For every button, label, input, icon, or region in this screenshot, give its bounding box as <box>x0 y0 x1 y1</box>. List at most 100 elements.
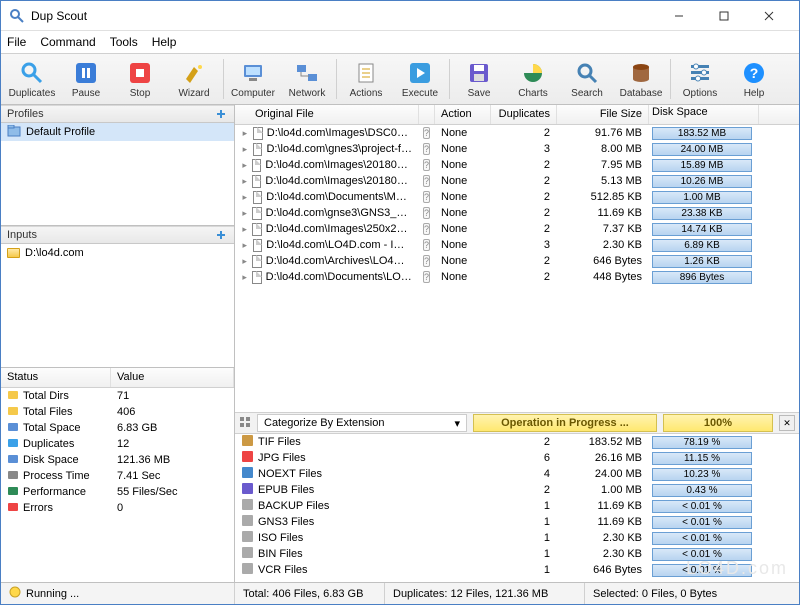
question-icon[interactable]: ? <box>423 127 430 139</box>
status-row[interactable]: Total Files406 <box>1 404 234 420</box>
status-row[interactable]: Total Dirs71 <box>1 388 234 404</box>
expand-icon[interactable]: ▸ <box>241 144 249 155</box>
question-icon[interactable]: ? <box>423 159 430 171</box>
pct-bar: < 0.01 % <box>652 548 752 561</box>
expand-icon[interactable]: ▸ <box>241 224 248 235</box>
help-button[interactable]: ?Help <box>727 55 781 103</box>
add-profile-button[interactable] <box>214 107 228 121</box>
status-row[interactable]: Process Time7.41 Sec <box>1 468 234 484</box>
extension-row[interactable]: ISO Files12.30 KB< 0.01 % <box>235 530 799 546</box>
extension-row[interactable]: BACKUP Files111.69 KB< 0.01 % <box>235 498 799 514</box>
file-icon <box>252 175 261 188</box>
extension-row[interactable]: GNS3 Files111.69 KB< 0.01 % <box>235 514 799 530</box>
status-row[interactable]: Performance55 Files/Sec <box>1 484 234 500</box>
expand-icon[interactable]: ▸ <box>241 128 249 139</box>
window-title: Dup Scout <box>31 9 656 23</box>
question-icon[interactable]: ? <box>423 191 430 203</box>
extension-row[interactable]: BIN Files12.30 KB< 0.01 % <box>235 546 799 562</box>
duplicates-button[interactable]: Duplicates <box>5 55 59 103</box>
question-icon[interactable]: ? <box>423 175 430 187</box>
expand-icon[interactable]: ▸ <box>241 192 249 203</box>
space-bar: 1.26 KB <box>652 255 752 268</box>
space-bar: 896 Bytes <box>652 271 752 284</box>
col-action[interactable]: Action <box>435 105 491 124</box>
pause-button[interactable]: Pause <box>59 55 113 103</box>
profile-item[interactable]: Default Profile <box>1 123 234 141</box>
pct-bar: 0.43 % <box>652 484 752 497</box>
menu-help[interactable]: Help <box>152 35 177 49</box>
result-row[interactable]: ▸D:\lo4d.com\Images\250x250_logo...?None… <box>235 221 799 237</box>
result-row[interactable]: ▸D:\lo4d.com\Images\20180714_150...?None… <box>235 173 799 189</box>
clock-icon <box>7 469 19 484</box>
file-icon <box>252 159 261 172</box>
wizard-icon <box>181 60 207 86</box>
database-button[interactable]: Database <box>614 55 668 103</box>
extension-row[interactable]: EPUB Files21.00 MB0.43 % <box>235 482 799 498</box>
status-row[interactable]: Total Space6.83 GB <box>1 420 234 436</box>
statusbar: Running ... Total: 406 Files, 6.83 GB Du… <box>1 582 799 604</box>
menu-file[interactable]: File <box>7 35 26 49</box>
extension-row[interactable]: TIF Files2183.52 MB78.19 % <box>235 434 799 450</box>
iso-icon <box>241 530 254 546</box>
expand-icon[interactable]: ▸ <box>241 240 249 251</box>
result-row[interactable]: ▸D:\lo4d.com\gnse3\GNS3_SW_Net...?None21… <box>235 205 799 221</box>
folder-icon <box>7 248 20 258</box>
execute-button[interactable]: Execute <box>393 55 447 103</box>
operation-progress: Operation in Progress ... <box>473 414 657 432</box>
expand-icon[interactable]: ▸ <box>241 176 248 187</box>
duplicates-label: Duplicates: 12 Files, 121.36 MB <box>393 588 548 600</box>
close-category-button[interactable]: ✕ <box>779 415 795 431</box>
question-icon[interactable]: ? <box>423 271 430 283</box>
expand-icon[interactable]: ▸ <box>241 208 248 219</box>
minimize-button[interactable] <box>656 2 701 30</box>
result-row[interactable]: ▸D:\lo4d.com\Images\DSC00011.tif?None291… <box>235 125 799 141</box>
actions-button[interactable]: Actions <box>339 55 393 103</box>
result-row[interactable]: ▸D:\lo4d.com\Documents\Metamor...?None25… <box>235 189 799 205</box>
col-disk-space[interactable]: Disk Space <box>649 105 759 124</box>
pct-bar: < 0.01 % <box>652 564 752 577</box>
charts-button[interactable]: Charts <box>506 55 560 103</box>
input-item[interactable]: D:\lo4d.com <box>1 244 234 262</box>
result-row[interactable]: ▸D:\lo4d.com\Archives\LO4D.com - ...?Non… <box>235 253 799 269</box>
expand-icon[interactable]: ▸ <box>241 256 248 267</box>
files-icon <box>7 405 19 420</box>
status-row[interactable]: Disk Space121.36 MB <box>1 452 234 468</box>
actions-icon <box>353 60 379 86</box>
question-icon[interactable]: ? <box>423 207 430 219</box>
network-button[interactable]: Network <box>280 55 334 103</box>
result-row[interactable]: ▸D:\lo4d.com\gnes3\project-files\d...?No… <box>235 141 799 157</box>
result-row[interactable]: ▸D:\lo4d.com\LO4D.com - Image.bin?None32… <box>235 237 799 253</box>
options-button[interactable]: Options <box>673 55 727 103</box>
question-icon[interactable]: ? <box>423 223 430 235</box>
backup-icon <box>241 498 254 514</box>
extension-row[interactable]: JPG Files626.16 MB11.15 % <box>235 450 799 466</box>
close-button[interactable] <box>746 2 791 30</box>
computer-button[interactable]: Computer <box>226 55 280 103</box>
result-row[interactable]: ▸D:\lo4d.com\Documents\LO4D - Te...?None… <box>235 269 799 285</box>
col-original-file[interactable]: Original File <box>235 105 419 124</box>
result-row[interactable]: ▸D:\lo4d.com\Images\20180714_140...?None… <box>235 157 799 173</box>
question-icon[interactable]: ? <box>423 239 430 251</box>
question-icon[interactable]: ? <box>423 255 430 267</box>
col-value[interactable]: Value <box>111 368 234 387</box>
col-status[interactable]: Status <box>1 368 111 387</box>
categorize-dropdown[interactable]: Categorize By Extension ▾ <box>257 414 467 432</box>
status-row[interactable]: Duplicates12 <box>1 436 234 452</box>
menu-command[interactable]: Command <box>40 35 95 49</box>
file-icon <box>253 143 263 156</box>
menu-tools[interactable]: Tools <box>110 35 138 49</box>
search-button[interactable]: Search <box>560 55 614 103</box>
extension-row[interactable]: NOEXT Files424.00 MB10.23 % <box>235 466 799 482</box>
maximize-button[interactable] <box>701 2 746 30</box>
expand-icon[interactable]: ▸ <box>241 272 248 283</box>
wizard-button[interactable]: Wizard <box>167 55 221 103</box>
add-input-button[interactable] <box>214 228 228 242</box>
expand-icon[interactable]: ▸ <box>241 160 248 171</box>
question-icon[interactable]: ? <box>423 143 430 155</box>
extension-row[interactable]: VCR Files1646 Bytes< 0.01 % <box>235 562 799 578</box>
save-button[interactable]: Save <box>452 55 506 103</box>
status-row[interactable]: Errors0 <box>1 500 234 516</box>
col-file-size[interactable]: File Size <box>557 105 649 124</box>
stop-button[interactable]: Stop <box>113 55 167 103</box>
col-duplicates[interactable]: Duplicates <box>491 105 557 124</box>
